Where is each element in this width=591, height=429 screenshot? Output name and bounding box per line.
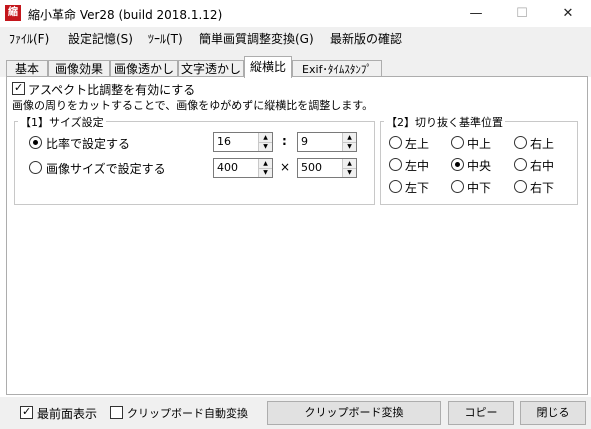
window-title: 縮小革命 Ver28 (build 2018.1.12) xyxy=(28,8,223,22)
crop-top-center-label: 中上 xyxy=(467,137,492,151)
crop-bottom-left-radio[interactable] xyxy=(389,180,402,193)
spin-down-icon[interactable]: ▼ xyxy=(343,142,356,151)
crop-bottom-center-label: 中下 xyxy=(467,181,492,195)
crop-middle-right-radio[interactable] xyxy=(514,158,527,171)
enable-aspect-checkbox[interactable]: ✓ xyxy=(12,82,25,95)
crop-bottom-center-radio[interactable] xyxy=(451,180,464,193)
crop-bottom-right-label: 右下 xyxy=(530,181,555,195)
crop-top-center-radio[interactable] xyxy=(451,136,464,149)
topmost-checkbox[interactable]: ✓ xyxy=(20,406,33,419)
crop-middle-left-label: 左中 xyxy=(405,159,430,173)
menu-settings-memory[interactable]: 設定記憶(S) xyxy=(68,30,133,47)
size-height-value: 500 xyxy=(301,161,322,174)
crop-top-right-label: 右上 xyxy=(530,137,555,151)
checkmark-icon: ✓ xyxy=(22,405,32,418)
description-text: 画像の周りをカットすることで、画像をゆがめずに縦横比を調整します。 xyxy=(12,99,374,112)
crop-bottom-right-radio[interactable] xyxy=(514,180,527,193)
clipboard-convert-button[interactable]: クリップボード変換 xyxy=(267,401,441,425)
crop-center-radio[interactable] xyxy=(451,158,464,171)
crop-top-left-label: 左上 xyxy=(405,137,430,151)
crop-center-label: 中央 xyxy=(467,159,492,173)
app-icon: 縮 xyxy=(5,5,21,21)
ratio-width-value: 16 xyxy=(217,135,231,148)
menu-quick-quality[interactable]: 簡単画質調整変換(G) xyxy=(199,30,314,47)
crop-top-left-radio[interactable] xyxy=(389,136,402,149)
enable-aspect-label: アスペクト比調整を有効にする xyxy=(28,83,196,97)
ratio-separator: : xyxy=(282,134,287,148)
clipboard-auto-label: クリップボード自動変換 xyxy=(127,407,248,420)
clipboard-auto-checkbox[interactable] xyxy=(110,406,123,419)
close-window-button[interactable]: ✕ xyxy=(545,0,591,27)
tab-aspect-ratio[interactable]: 縦横比 xyxy=(244,56,292,78)
crop-middle-left-radio[interactable] xyxy=(389,158,402,171)
size-width-spinner[interactable]: 400 ▲ ▼ xyxy=(213,158,273,178)
menu-tools[interactable]: ﾂｰﾙ(T) xyxy=(148,30,183,47)
radio-selected-dot xyxy=(33,140,38,145)
spin-down-icon[interactable]: ▼ xyxy=(259,142,272,151)
spin-down-icon[interactable]: ▼ xyxy=(259,168,272,177)
ratio-height-spinner[interactable]: 9 ▲ ▼ xyxy=(297,132,357,152)
menu-check-update[interactable]: 最新版の確認 xyxy=(330,30,402,47)
menu-file[interactable]: ﾌｧｲﾙ(F) xyxy=(9,30,49,47)
crop-top-right-radio[interactable] xyxy=(514,136,527,149)
size-height-spinner[interactable]: 500 ▲ ▼ xyxy=(297,158,357,178)
crop-bottom-left-label: 左下 xyxy=(405,181,430,195)
size-settings-title: 【1】サイズ設定 xyxy=(18,114,106,130)
ratio-radio[interactable] xyxy=(29,136,42,149)
maximize-button[interactable]: ☐ xyxy=(499,0,545,27)
ratio-width-spinner[interactable]: 16 ▲ ▼ xyxy=(213,132,273,152)
crop-position-title: 【2】切り抜く基準位置 xyxy=(384,114,505,130)
minimize-button[interactable]: — xyxy=(453,0,499,27)
close-button[interactable]: 閉じる xyxy=(520,401,586,425)
size-separator: × xyxy=(280,160,291,174)
image-size-radio[interactable] xyxy=(29,161,42,174)
checkmark-icon: ✓ xyxy=(14,81,24,94)
crop-middle-right-label: 右中 xyxy=(530,159,555,173)
ratio-height-value: 9 xyxy=(301,135,308,148)
ratio-label: 比率で設定する xyxy=(46,137,131,151)
size-width-value: 400 xyxy=(217,161,238,174)
spin-down-icon[interactable]: ▼ xyxy=(343,168,356,177)
copy-button[interactable]: コピー xyxy=(448,401,514,425)
radio-selected-dot xyxy=(455,162,460,167)
topmost-label: 最前面表示 xyxy=(37,407,98,421)
image-size-label: 画像サイズで設定する xyxy=(46,162,166,176)
